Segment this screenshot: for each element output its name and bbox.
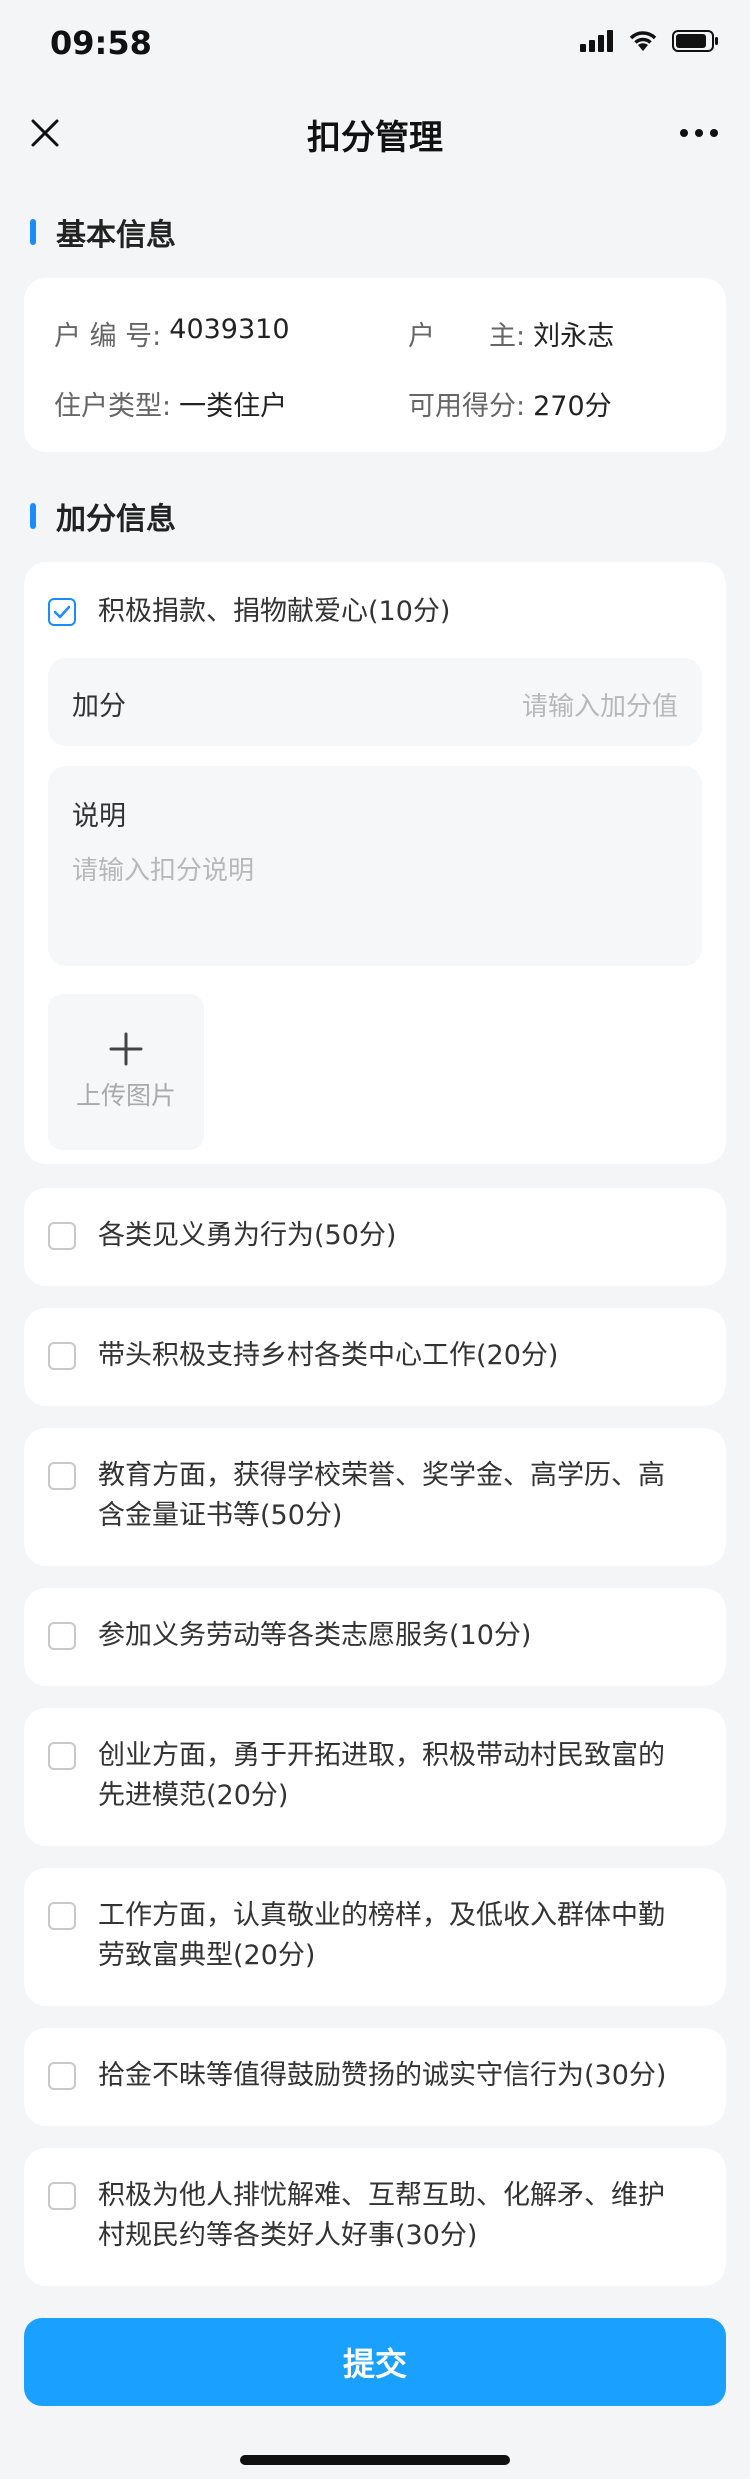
bonus-option-row[interactable]: 积极为他人排忧解难、互帮互助、化解矛、维护村规民约等各类好人好事(30分) [48,2176,690,2256]
add-score-input[interactable]: 请输入加分值 [522,686,678,723]
section-accent-bar [30,219,36,245]
checkbox[interactable] [48,2062,76,2090]
household-type-value: 一类住户 [179,391,288,422]
add-score-field[interactable]: 加分 请输入加分值 [48,658,702,746]
bonus-option-label: 拾金不昧等值得鼓励赞扬的诚实守信行为(30分) [98,2060,667,2091]
household-no-label: 户 编 号: [54,321,162,352]
bonus-option-card[interactable]: 带头积极支持乡村各类中心工作(20分) [24,1308,726,1406]
bonus-option-row[interactable]: 积极捐款、捐物献爱心(10分) [48,592,690,632]
household-no-value: 4039310 [169,314,290,345]
description-label: 说明 [72,801,126,832]
section-accent-bar [30,503,36,529]
checkbox[interactable] [48,1742,76,1770]
available-score-row: 可用得分: 270分 [408,384,612,423]
household-head-value: 刘永志 [533,321,615,352]
available-score-label: 可用得分: [408,391,526,422]
household-type-label: 住户类型: [54,391,172,422]
section-basic-title: 基本信息 [30,210,176,254]
bonus-option-card[interactable]: 积极为他人排忧解难、互帮互助、化解矛、维护村规民约等各类好人好事(30分) [24,2148,726,2286]
bonus-option-card[interactable]: 参加义务劳动等各类志愿服务(10分) [24,1588,726,1686]
status-icons [580,30,720,52]
checkbox[interactable] [48,1902,76,1930]
bonus-option-label: 各类见义勇为行为(50分) [98,1220,397,1251]
status-time: 09:58 [50,24,152,62]
bonus-option-card[interactable]: 各类见义勇为行为(50分) [24,1188,726,1286]
bonus-option-card[interactable]: 教育方面，获得学校荣誉、奖学金、高学历、高含金量证书等(50分) [24,1428,726,1566]
checkbox-checked[interactable] [48,598,76,626]
bonus-option-label: 积极为他人排忧解难、互帮互助、化解矛、维护村规民约等各类好人好事(30分) [98,2180,665,2251]
checkbox[interactable] [48,2182,76,2210]
description-field[interactable]: 说明 请输入扣分说明 [48,766,702,966]
bonus-option-row[interactable]: 拾金不昧等值得鼓励赞扬的诚实守信行为(30分) [48,2056,690,2096]
check-icon [53,605,71,619]
section-bonus-title: 加分信息 [30,494,176,538]
nav-bar: 扣分管理 [0,88,750,178]
bonus-option-card[interactable]: 工作方面，认真敬业的榜样，及低收入群体中勤劳致富典型(20分) [24,1868,726,2006]
household-head-row: 户 主: 刘永志 [408,314,614,353]
home-indicator [240,2455,510,2465]
bonus-option-card[interactable]: 拾金不昧等值得鼓励赞扬的诚实守信行为(30分) [24,2028,726,2126]
bonus-option-row[interactable]: 教育方面，获得学校荣誉、奖学金、高学历、高含金量证书等(50分) [48,1456,690,1536]
status-bar: 09:58 [0,0,750,88]
bonus-option-row[interactable]: 各类见义勇为行为(50分) [48,1216,690,1256]
wifi-icon [629,31,657,51]
checkbox[interactable] [48,1342,76,1370]
section-basic-label: 基本信息 [56,218,176,253]
checkbox[interactable] [48,1622,76,1650]
bonus-option-label: 带头积极支持乡村各类中心工作(20分) [98,1340,559,1371]
plus-icon [109,1032,143,1066]
available-score-value: 270分 [533,391,612,422]
description-input[interactable]: 请输入扣分说明 [72,850,254,887]
bonus-option-label: 创业方面，勇于开拓进取，积极带动村民致富的先进模范(20分) [98,1740,665,1811]
bonus-option-selected-card: 积极捐款、捐物献爱心(10分) 加分 请输入加分值 说明 请输入扣分说明 上传图… [24,562,726,1164]
bonus-option-label: 参加义务劳动等各类志愿服务(10分) [98,1620,532,1651]
section-bonus-label: 加分信息 [56,502,176,537]
bonus-option-row[interactable]: 工作方面，认真敬业的榜样，及低收入群体中勤劳致富典型(20分) [48,1896,690,1976]
checkbox[interactable] [48,1462,76,1490]
checkbox[interactable] [48,1222,76,1250]
page-title: 扣分管理 [307,118,443,158]
add-score-label: 加分 [72,691,126,722]
bonus-option-label: 教育方面，获得学校荣誉、奖学金、高学历、高含金量证书等(50分) [98,1460,665,1531]
bonus-option-row[interactable]: 创业方面，勇于开拓进取，积极带动村民致富的先进模范(20分) [48,1736,690,1816]
submit-button[interactable]: 提交 [24,2318,726,2406]
bonus-option-row[interactable]: 带头积极支持乡村各类中心工作(20分) [48,1336,690,1376]
upload-image-button[interactable]: 上传图片 [48,994,204,1150]
battery-icon [672,30,718,52]
household-no-row: 户 编 号: 4039310 [54,314,290,353]
bonus-option-label: 积极捐款、捐物献爱心(10分) [98,596,451,627]
bonus-option-label: 工作方面，认真敬业的榜样，及低收入群体中勤劳致富典型(20分) [98,1900,665,1971]
bonus-option-row[interactable]: 参加义务劳动等各类志愿服务(10分) [48,1616,690,1656]
more-icon [680,129,718,137]
household-head-label: 户 主: [408,321,526,352]
more-button[interactable] [674,116,724,150]
upload-image-label: 上传图片 [75,1081,176,1110]
household-type-row: 住户类型: 一类住户 [54,384,287,423]
signal-icon [580,30,613,52]
bonus-option-card[interactable]: 创业方面，勇于开拓进取，积极带动村民致富的先进模范(20分) [24,1708,726,1846]
basic-info-card: 户 编 号: 4039310 户 主: 刘永志 住户类型: 一类住户 可用得分:… [24,278,726,452]
